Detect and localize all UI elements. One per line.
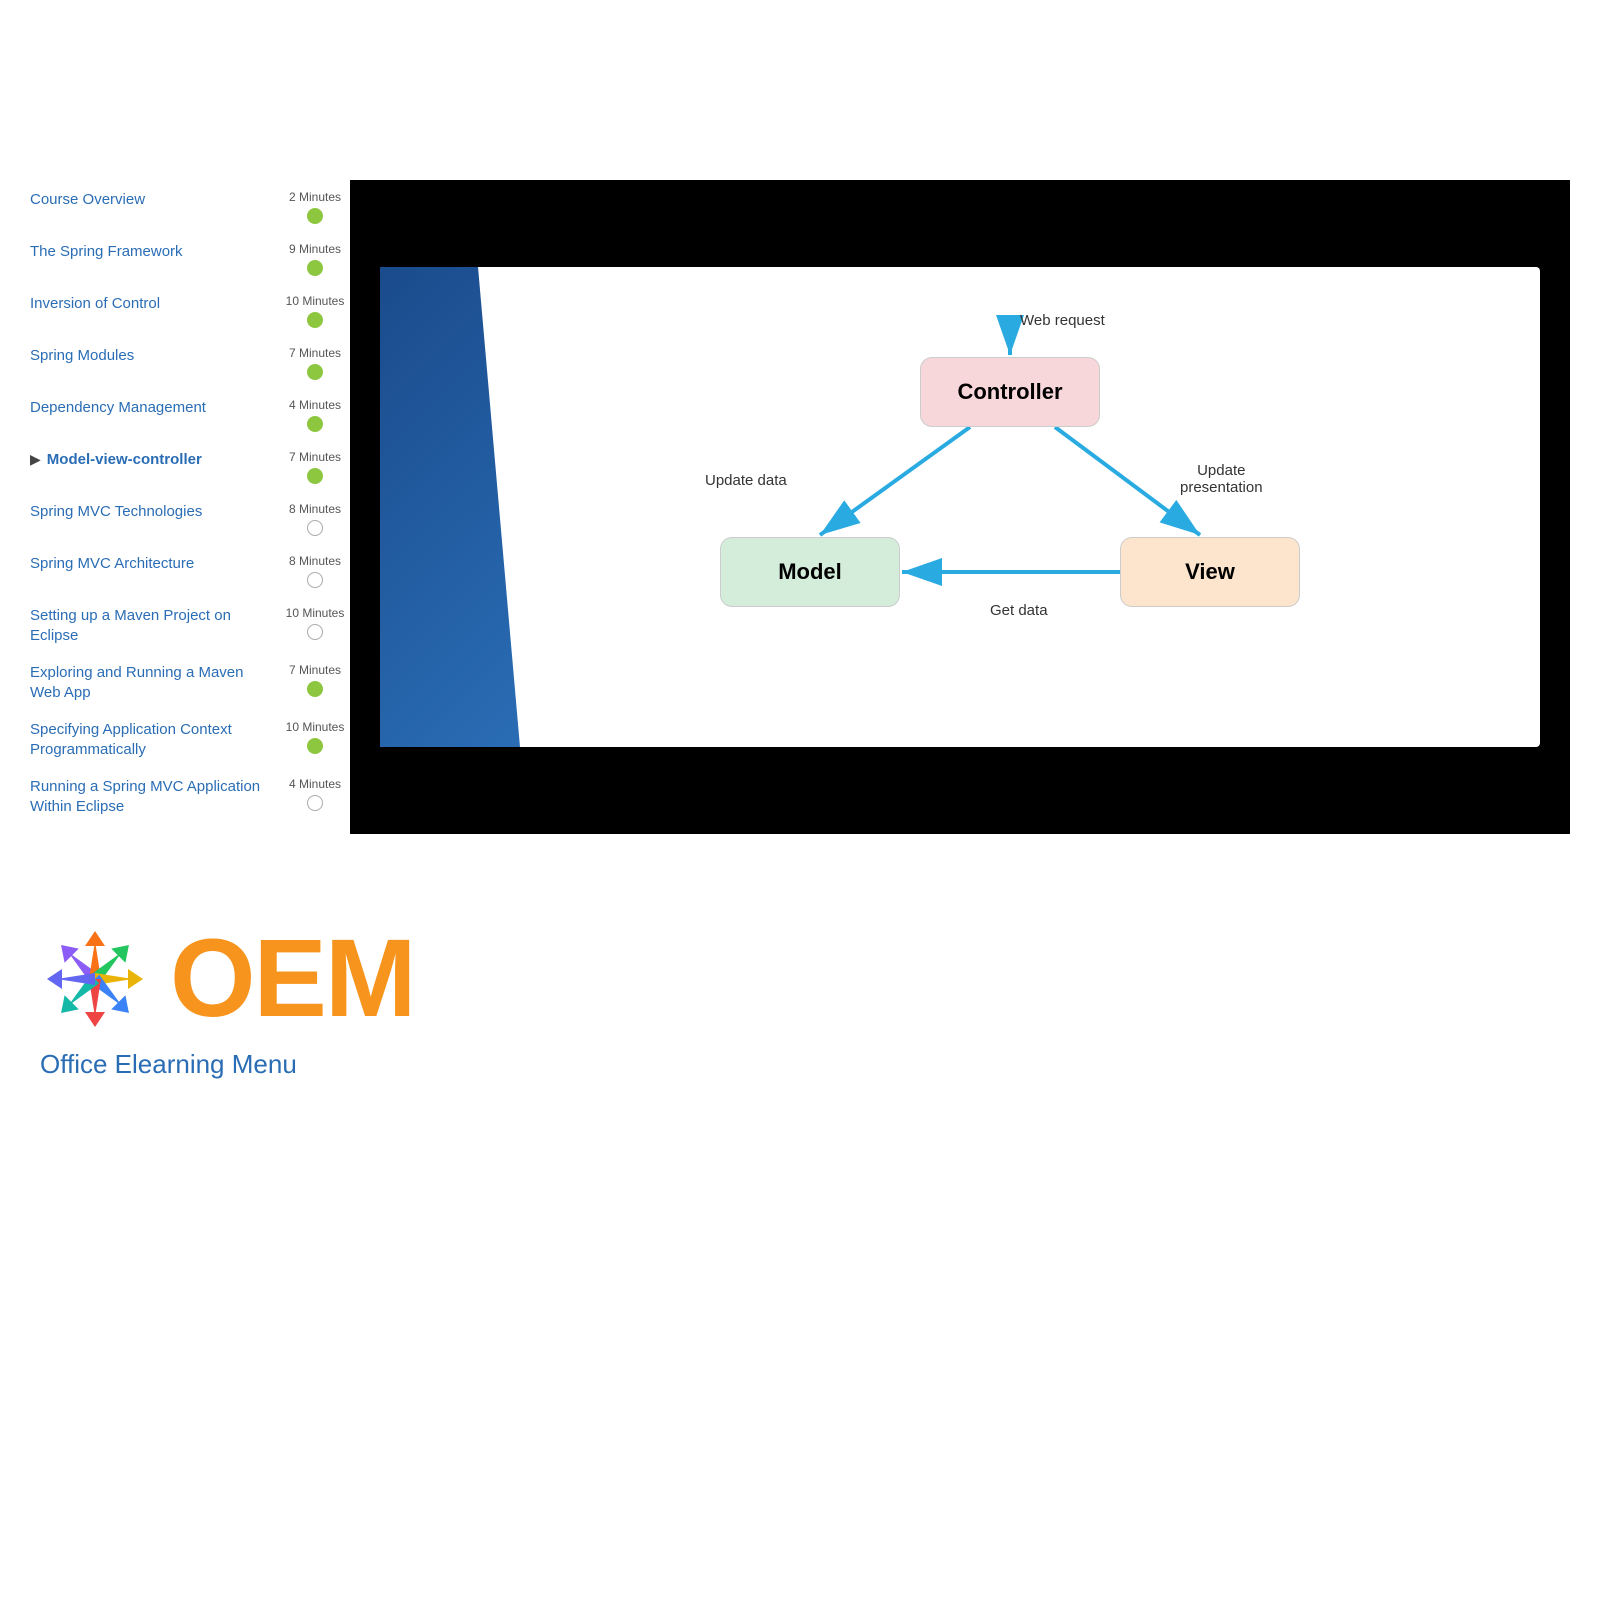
logo-text: OEM: [170, 924, 415, 1034]
sidebar-item-minutes: 8 Minutes: [289, 554, 341, 568]
video-content: Web request Controller Model View Update…: [380, 267, 1540, 747]
sidebar-item-exploring-running[interactable]: Exploring and Running a Maven Web App 7 M…: [30, 663, 350, 702]
video-area: Web request Controller Model View Update…: [350, 180, 1570, 834]
get-data-label: Get data: [990, 602, 1048, 619]
sidebar-item-label: Course Overview: [30, 190, 280, 210]
controller-box: Controller: [920, 357, 1100, 427]
progress-dot: [307, 312, 323, 328]
mvc-diagram: Web request Controller Model View Update…: [660, 307, 1360, 707]
sidebar-item-minutes: 10 Minutes: [286, 720, 345, 734]
sidebar-item-specifying-application-context[interactable]: Specifying Application Context Programma…: [30, 720, 350, 759]
sidebar-item-minutes: 9 Minutes: [289, 242, 341, 256]
sidebar-item-model-view-controller[interactable]: ▶ Model-view-controller 7 Minutes: [30, 450, 350, 484]
main-content: Course Overview 2 Minutes The Spring Frame…: [0, 180, 1600, 834]
sidebar-item-dependency-management[interactable]: Dependency Management 4 Minutes: [30, 398, 350, 432]
sidebar-item-minutes: 4 Minutes: [289, 777, 341, 791]
update-data-label: Update data: [705, 472, 787, 489]
sidebar-item-minutes: 7 Minutes: [289, 346, 341, 360]
sidebar-item-minutes: 7 Minutes: [289, 450, 341, 464]
sidebar-item-label: Spring Modules: [30, 346, 280, 366]
sidebar-item-minutes: 4 Minutes: [289, 398, 341, 412]
progress-dot: [307, 260, 323, 276]
sidebar-item-spring-mvc-architecture[interactable]: Spring MVC Architecture 8 Minutes: [30, 554, 350, 588]
sidebar-item-running-spring-mvc[interactable]: Running a Spring MVC Application Within …: [30, 777, 350, 816]
model-box: Model: [720, 537, 900, 607]
top-bar: [0, 0, 1600, 180]
logo-subtitle: Office Elearning Menu: [40, 1049, 297, 1080]
video-left-decoration: [380, 267, 520, 747]
sidebar-item-course-overview[interactable]: Course Overview 2 Minutes: [30, 190, 350, 224]
update-presentation-label: Updatepresentation: [1180, 462, 1263, 496]
progress-dot: [307, 468, 323, 484]
progress-dot: [307, 624, 323, 640]
sidebar-item-minutes: 2 Minutes: [289, 190, 341, 204]
sidebar-item-label: Setting up a Maven Project on Eclipse: [30, 606, 280, 645]
sidebar-item-label: Spring MVC Architecture: [30, 554, 280, 574]
sidebar-item-label: Exploring and Running a Maven Web App: [30, 663, 280, 702]
progress-dot: [307, 416, 323, 432]
sidebar-item-setting-up-maven[interactable]: Setting up a Maven Project on Eclipse 10 …: [30, 606, 350, 645]
active-arrow-icon: ▶: [30, 451, 41, 468]
oem-logo-icon: [30, 914, 160, 1044]
view-box: View: [1120, 537, 1300, 607]
sidebar-item-spring-modules[interactable]: Spring Modules 7 Minutes: [30, 346, 350, 380]
sidebar-item-label: Model-view-controller: [47, 450, 280, 470]
progress-dot: [307, 572, 323, 588]
sidebar-item-label: The Spring Framework: [30, 242, 280, 262]
sidebar-item-minutes: 10 Minutes: [286, 606, 345, 620]
progress-dot: [307, 364, 323, 380]
sidebar-item-label: Spring MVC Technologies: [30, 502, 280, 522]
sidebar-item-inversion-of-control[interactable]: Inversion of Control 10 Minutes: [30, 294, 350, 328]
sidebar-item-minutes: 7 Minutes: [289, 663, 341, 677]
sidebar-item-label: Running a Spring MVC Application Within …: [30, 777, 280, 816]
sidebar-item-minutes: 8 Minutes: [289, 502, 341, 516]
progress-dot: [307, 738, 323, 754]
progress-dot: [307, 795, 323, 811]
sidebar-item-label: Specifying Application Context Programma…: [30, 720, 280, 759]
web-request-label: Web request: [1020, 312, 1105, 329]
logo-row: OEM: [30, 914, 415, 1044]
sidebar-item-spring-framework[interactable]: The Spring Framework 9 Minutes: [30, 242, 350, 276]
logo-area: OEM Office Elearning Menu: [30, 914, 415, 1080]
sidebar-item-spring-mvc-technologies[interactable]: Spring MVC Technologies 8 Minutes: [30, 502, 350, 536]
sidebar-item-minutes: 10 Minutes: [286, 294, 345, 308]
progress-dot: [307, 681, 323, 697]
bottom-section: OEM Office Elearning Menu: [0, 834, 1600, 1120]
sidebar-item-label: Inversion of Control: [30, 294, 280, 314]
progress-dot: [307, 208, 323, 224]
sidebar: Course Overview 2 Minutes The Spring Frame…: [30, 180, 350, 834]
sidebar-item-label: Dependency Management: [30, 398, 280, 418]
progress-dot: [307, 520, 323, 536]
